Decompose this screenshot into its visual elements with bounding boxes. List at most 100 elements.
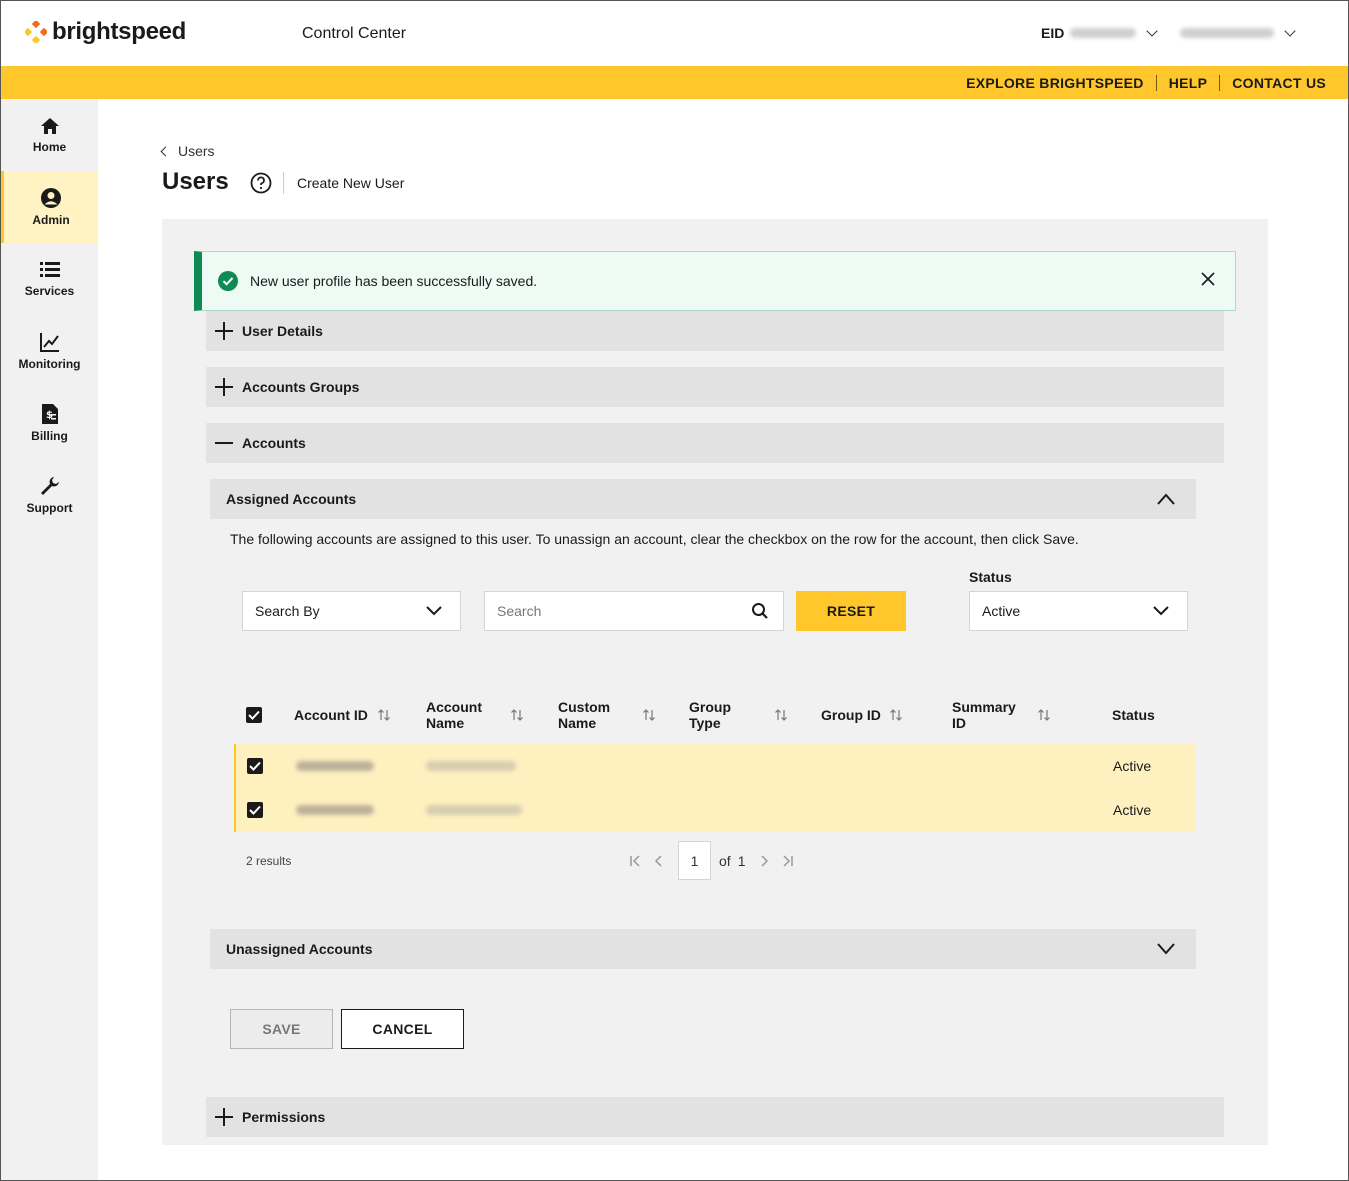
column-group-type[interactable]: Group Type — [689, 699, 731, 731]
account-id-redacted — [296, 761, 374, 771]
assigned-description: The following accounts are assigned to t… — [230, 531, 1079, 547]
results-count: 2 results — [246, 854, 292, 868]
account-name-redacted — [426, 761, 516, 771]
status-select-value: Active — [982, 603, 1021, 619]
first-page-icon[interactable] — [628, 854, 642, 868]
cancel-button[interactable]: CANCEL — [341, 1009, 464, 1049]
minus-icon — [215, 442, 233, 444]
status-select[interactable]: Active — [969, 591, 1188, 631]
save-button[interactable]: SAVE — [230, 1009, 333, 1049]
accordion-label: Assigned Accounts — [226, 491, 357, 507]
select-all-checkbox[interactable] — [246, 707, 262, 723]
row-status: Active — [1113, 758, 1152, 774]
column-custom-name[interactable]: Custom Name — [558, 699, 610, 731]
check-circle-icon — [218, 271, 238, 291]
accordion-accounts[interactable]: Accounts — [206, 423, 1224, 463]
accordion-unassigned-accounts[interactable]: Unassigned Accounts — [210, 929, 1196, 969]
sort-icon[interactable] — [1037, 708, 1051, 722]
sidebar-item-label: Admin — [32, 213, 70, 227]
column-label-line: ID — [952, 715, 966, 731]
logo-mark-icon — [23, 19, 49, 45]
wrench-icon — [40, 477, 59, 495]
accordion-label: Accounts — [242, 435, 306, 451]
column-label-line: Name — [426, 715, 465, 731]
sidebar: Home Admin Services Monitoring $ Billing… — [1, 99, 98, 1180]
chevron-down-icon — [1146, 25, 1159, 37]
column-label-line: Name — [558, 715, 597, 731]
contact-us-link[interactable]: CONTACT US — [1220, 75, 1326, 91]
sidebar-item-label: Monitoring — [18, 357, 81, 371]
accordion-user-details[interactable]: User Details — [206, 311, 1224, 351]
search-input[interactable] — [497, 603, 737, 619]
table-row[interactable] — [234, 744, 1196, 788]
help-link[interactable]: HELP — [1157, 75, 1220, 91]
column-label-line: Group — [689, 699, 731, 715]
brightspeed-logo[interactable]: brightspeed — [23, 18, 187, 46]
breadcrumb[interactable]: Users — [160, 143, 215, 159]
sort-icon[interactable] — [642, 708, 656, 722]
accordion-assigned-accounts[interactable]: Assigned Accounts — [210, 479, 1196, 519]
chart-icon — [39, 333, 59, 352]
explore-brightspeed-link[interactable]: EXPLORE BRIGHTSPEED — [954, 75, 1156, 91]
sidebar-item-label: Billing — [31, 429, 68, 443]
sidebar-item-monitoring[interactable]: Monitoring — [1, 315, 98, 387]
success-toast: New user profile has been successfully s… — [194, 251, 1236, 311]
eid-label: EID — [1041, 25, 1065, 41]
accordion-label: Unassigned Accounts — [226, 941, 373, 957]
page-total: 1 — [737, 852, 746, 869]
accordion-permissions[interactable]: Permissions — [206, 1097, 1224, 1137]
sidebar-item-label: Support — [26, 501, 73, 515]
utility-nav: EXPLORE BRIGHTSPEED HELP CONTACT US — [1, 66, 1348, 99]
sidebar-item-label: Services — [24, 284, 75, 298]
column-label-line: Account — [426, 699, 482, 715]
sort-icon[interactable] — [377, 708, 391, 722]
sidebar-item-support[interactable]: Support — [1, 459, 98, 531]
page-number-input[interactable]: 1 — [678, 841, 711, 880]
app-title: Control Center — [302, 25, 407, 42]
accordion-label: User Details — [242, 323, 323, 339]
close-icon[interactable] — [1201, 272, 1215, 286]
chevron-down-icon — [1153, 606, 1169, 616]
account-id-redacted — [296, 805, 374, 815]
table-row[interactable] — [234, 788, 1196, 832]
eid-selector[interactable]: EID — [1041, 25, 1297, 41]
user-circle-icon — [41, 188, 61, 208]
column-account-id[interactable]: Account ID — [294, 707, 368, 723]
search-by-select[interactable]: Search By — [242, 591, 461, 631]
chevron-up-icon — [1157, 493, 1175, 505]
previous-page-icon[interactable] — [652, 854, 666, 868]
column-group-id[interactable]: Group ID — [821, 707, 881, 723]
next-page-icon[interactable] — [757, 854, 771, 868]
row-status: Active — [1113, 802, 1152, 818]
row-checkbox[interactable] — [247, 802, 263, 818]
accordion-label: Accounts Groups — [242, 379, 360, 395]
sort-icon[interactable] — [889, 708, 903, 722]
sort-icon[interactable] — [774, 708, 788, 722]
sort-icon[interactable] — [510, 708, 524, 722]
plus-icon — [215, 378, 233, 396]
search-by-value: Search By — [255, 603, 320, 619]
sidebar-item-admin[interactable]: Admin — [1, 171, 98, 243]
accordion-accounts-groups[interactable]: Accounts Groups — [206, 367, 1224, 407]
username-redacted[interactable] — [1180, 28, 1275, 38]
row-checkbox[interactable] — [247, 758, 263, 774]
header: brightspeed Control Center EID — [1, 1, 1348, 66]
sidebar-item-home[interactable]: Home — [1, 99, 98, 171]
search-icon[interactable] — [751, 602, 769, 620]
last-page-icon[interactable] — [781, 854, 795, 868]
home-icon — [40, 118, 59, 134]
toast-message: New user profile has been successfully s… — [250, 273, 538, 289]
help-circle-icon[interactable] — [250, 172, 272, 199]
column-label-line: Custom — [558, 699, 611, 715]
column-account-name[interactable]: Account Name — [426, 699, 482, 731]
logo-text: brightspeed — [52, 18, 187, 45]
create-new-user-link[interactable]: Create New User — [297, 175, 404, 191]
title-divider — [283, 172, 284, 194]
reset-button[interactable]: RESET — [796, 591, 906, 631]
page-title: Users — [162, 168, 229, 195]
search-field[interactable] — [484, 591, 784, 631]
column-summary-id[interactable]: Summary ID — [952, 699, 1016, 731]
sidebar-item-services[interactable]: Services — [1, 243, 98, 315]
chevron-down-icon — [1157, 943, 1175, 955]
sidebar-item-billing[interactable]: $ Billing — [1, 387, 98, 459]
